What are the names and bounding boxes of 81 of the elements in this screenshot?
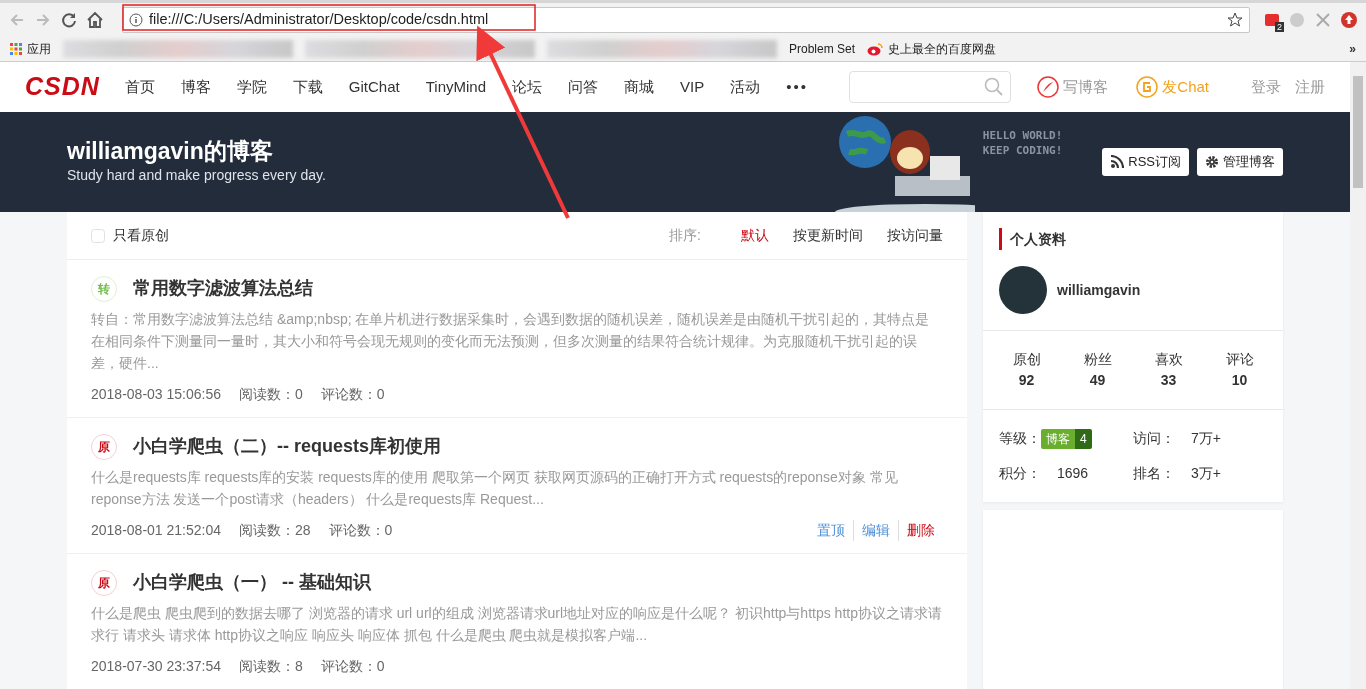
search-field[interactable] bbox=[849, 71, 1012, 103]
avatar[interactable] bbox=[999, 266, 1047, 314]
article-summary: 什么是爬虫 爬虫爬到的数据去哪了 浏览器的请求 url url的组成 浏览器请求url地址对应的响应是什么呢？ 初识http与https http协议之请求请求行 请求头 请求体 http协议之响应 响应头 响应体 抓包 什么是爬虫 爬虫就是模拟客户端... bbox=[91, 604, 943, 645]
nav-link[interactable]: 下载 bbox=[292, 75, 323, 99]
article-date: 2018-07-30 23:37:54 bbox=[91, 657, 221, 676]
extension-icon[interactable] bbox=[1340, 10, 1358, 29]
article-title[interactable]: 小白学爬虫（二）-- requests库初使用 bbox=[133, 436, 442, 458]
pixel-text: KEEP CODING! bbox=[982, 143, 1063, 158]
stat-label: 喜欢 bbox=[1154, 350, 1183, 369]
points-label: 积分： bbox=[999, 464, 1041, 483]
article-title[interactable]: 常用数字滤波算法总结 bbox=[133, 278, 313, 300]
rank-value: 3万+ bbox=[1191, 464, 1221, 483]
nav-link[interactable]: 论坛 bbox=[512, 75, 542, 99]
stat-label: 粉丝 bbox=[1083, 350, 1112, 369]
article-action-link[interactable]: 编辑 bbox=[853, 520, 898, 541]
sort-option[interactable]: 默认 bbox=[741, 225, 769, 246]
nav-link[interactable]: GitChat bbox=[348, 75, 400, 99]
sort-option[interactable]: 按更新时间 bbox=[793, 225, 863, 246]
nav-link[interactable]: TinyMind bbox=[425, 75, 486, 99]
article-summary: 转自：常用数字滤波算法总结 &amp;nbsp; 在单片机进行数据采集时，会遇到数据的随机误差，随机误差是由随机干扰引起的，其特点是在相同条件下测量同一量时，其大小和符号会现无规则的变化而无法预测，但多次测量的结果符合统计规律。为克服随机干扰引起的误差，硬件... bbox=[91, 310, 931, 373]
search-icon bbox=[984, 77, 1005, 97]
home-icon[interactable] bbox=[86, 10, 104, 29]
read-count: 阅读数：28 bbox=[239, 521, 311, 540]
article-action-link[interactable]: 置顶 bbox=[809, 520, 853, 541]
extension-icon[interactable] bbox=[1314, 10, 1332, 29]
stat-value: 33 bbox=[1159, 371, 1178, 390]
rank-label: 排名： bbox=[1133, 464, 1175, 483]
scrollbar[interactable] bbox=[1350, 62, 1366, 689]
read-count: 阅读数：0 bbox=[239, 385, 303, 404]
visits-value: 7万+ bbox=[1191, 429, 1221, 448]
apps-icon bbox=[10, 42, 22, 55]
article-date: 2018-08-03 15:06:56 bbox=[91, 385, 221, 404]
article-date: 2018-08-01 21:52:04 bbox=[91, 521, 221, 540]
address-bar[interactable]: file:///C:/Users/Administrator/Desktop/code/csdn.html bbox=[122, 6, 1250, 33]
pixel-text: HELLO WORLD! bbox=[982, 128, 1063, 143]
comment-count: 评论数：0 bbox=[320, 657, 385, 676]
comment-count: 评论数：0 bbox=[320, 385, 385, 404]
weibo-icon bbox=[867, 41, 884, 56]
section-heading: 个人资料 bbox=[1010, 229, 1066, 249]
chat-logo-icon bbox=[1136, 76, 1159, 98]
nav-link[interactable]: 问答 bbox=[568, 75, 598, 99]
level-label: 等级： bbox=[999, 429, 1041, 448]
stat-value: 49 bbox=[1088, 371, 1107, 390]
manage-blog-button[interactable]: 管理博客 bbox=[1197, 148, 1283, 176]
read-count: 阅读数：8 bbox=[239, 657, 303, 676]
rss-subscribe-button[interactable]: RSS订阅 bbox=[1102, 148, 1189, 176]
quill-icon bbox=[1037, 76, 1060, 98]
reload-icon[interactable] bbox=[60, 10, 78, 29]
bookmark[interactable]: 史上最全的百度网盘 bbox=[867, 39, 997, 58]
star-icon[interactable] bbox=[1227, 11, 1243, 28]
stat-label: 原创 bbox=[1012, 350, 1041, 369]
site-logo[interactable]: CSDN bbox=[25, 68, 100, 106]
rss-icon bbox=[1110, 155, 1125, 169]
article-summary: 什么是requests库 requests库的安装 requests库的使用 爬取第一个网页 获取网页源码的正确打开方式 requests的reponse对象 常见reponse方法 发送一个post请求（headers） 什么是requests库 Request... bbox=[91, 468, 899, 509]
points-value: 1696 bbox=[1057, 464, 1089, 483]
sort-option[interactable]: 按访问量 bbox=[887, 225, 943, 246]
blog-title: williamgavin的博客 bbox=[67, 137, 274, 166]
stat-value: 92 bbox=[1017, 371, 1036, 390]
blog-subtitle: Study hard and make progress every day. bbox=[67, 166, 326, 186]
nav-link[interactable]: 商城 bbox=[624, 75, 654, 99]
original-only-checkbox[interactable] bbox=[91, 228, 105, 243]
nav-link[interactable]: 博客 bbox=[180, 75, 211, 99]
nav-link[interactable]: VIP bbox=[680, 75, 705, 99]
nav-link[interactable]: 学院 bbox=[236, 75, 267, 99]
bookmark[interactable]: 应用 bbox=[10, 39, 51, 58]
info-icon bbox=[129, 12, 143, 27]
visits-label: 访问： bbox=[1133, 429, 1175, 448]
settings-icon bbox=[1205, 155, 1219, 169]
bookmark[interactable]: Problem Set bbox=[789, 39, 856, 58]
nav-link[interactable]: 首页 bbox=[124, 75, 155, 99]
stat-label: 评论 bbox=[1225, 350, 1254, 369]
nav-link[interactable]: 活动 bbox=[730, 75, 761, 99]
comment-count: 评论数：0 bbox=[328, 521, 393, 540]
sort-label: 排序: bbox=[669, 226, 701, 245]
more-menu[interactable]: ••• bbox=[786, 75, 808, 99]
delete-link[interactable]: 删除 bbox=[898, 520, 943, 541]
overflow-chevron[interactable]: » bbox=[1349, 39, 1356, 58]
stat-value: 10 bbox=[1230, 371, 1249, 390]
article-title[interactable]: 小白学爬虫（一） -- 基础知识 bbox=[133, 572, 371, 594]
checkbox-label[interactable]: 只看原创 bbox=[113, 225, 169, 246]
username[interactable]: williamgavin bbox=[1057, 279, 1141, 301]
